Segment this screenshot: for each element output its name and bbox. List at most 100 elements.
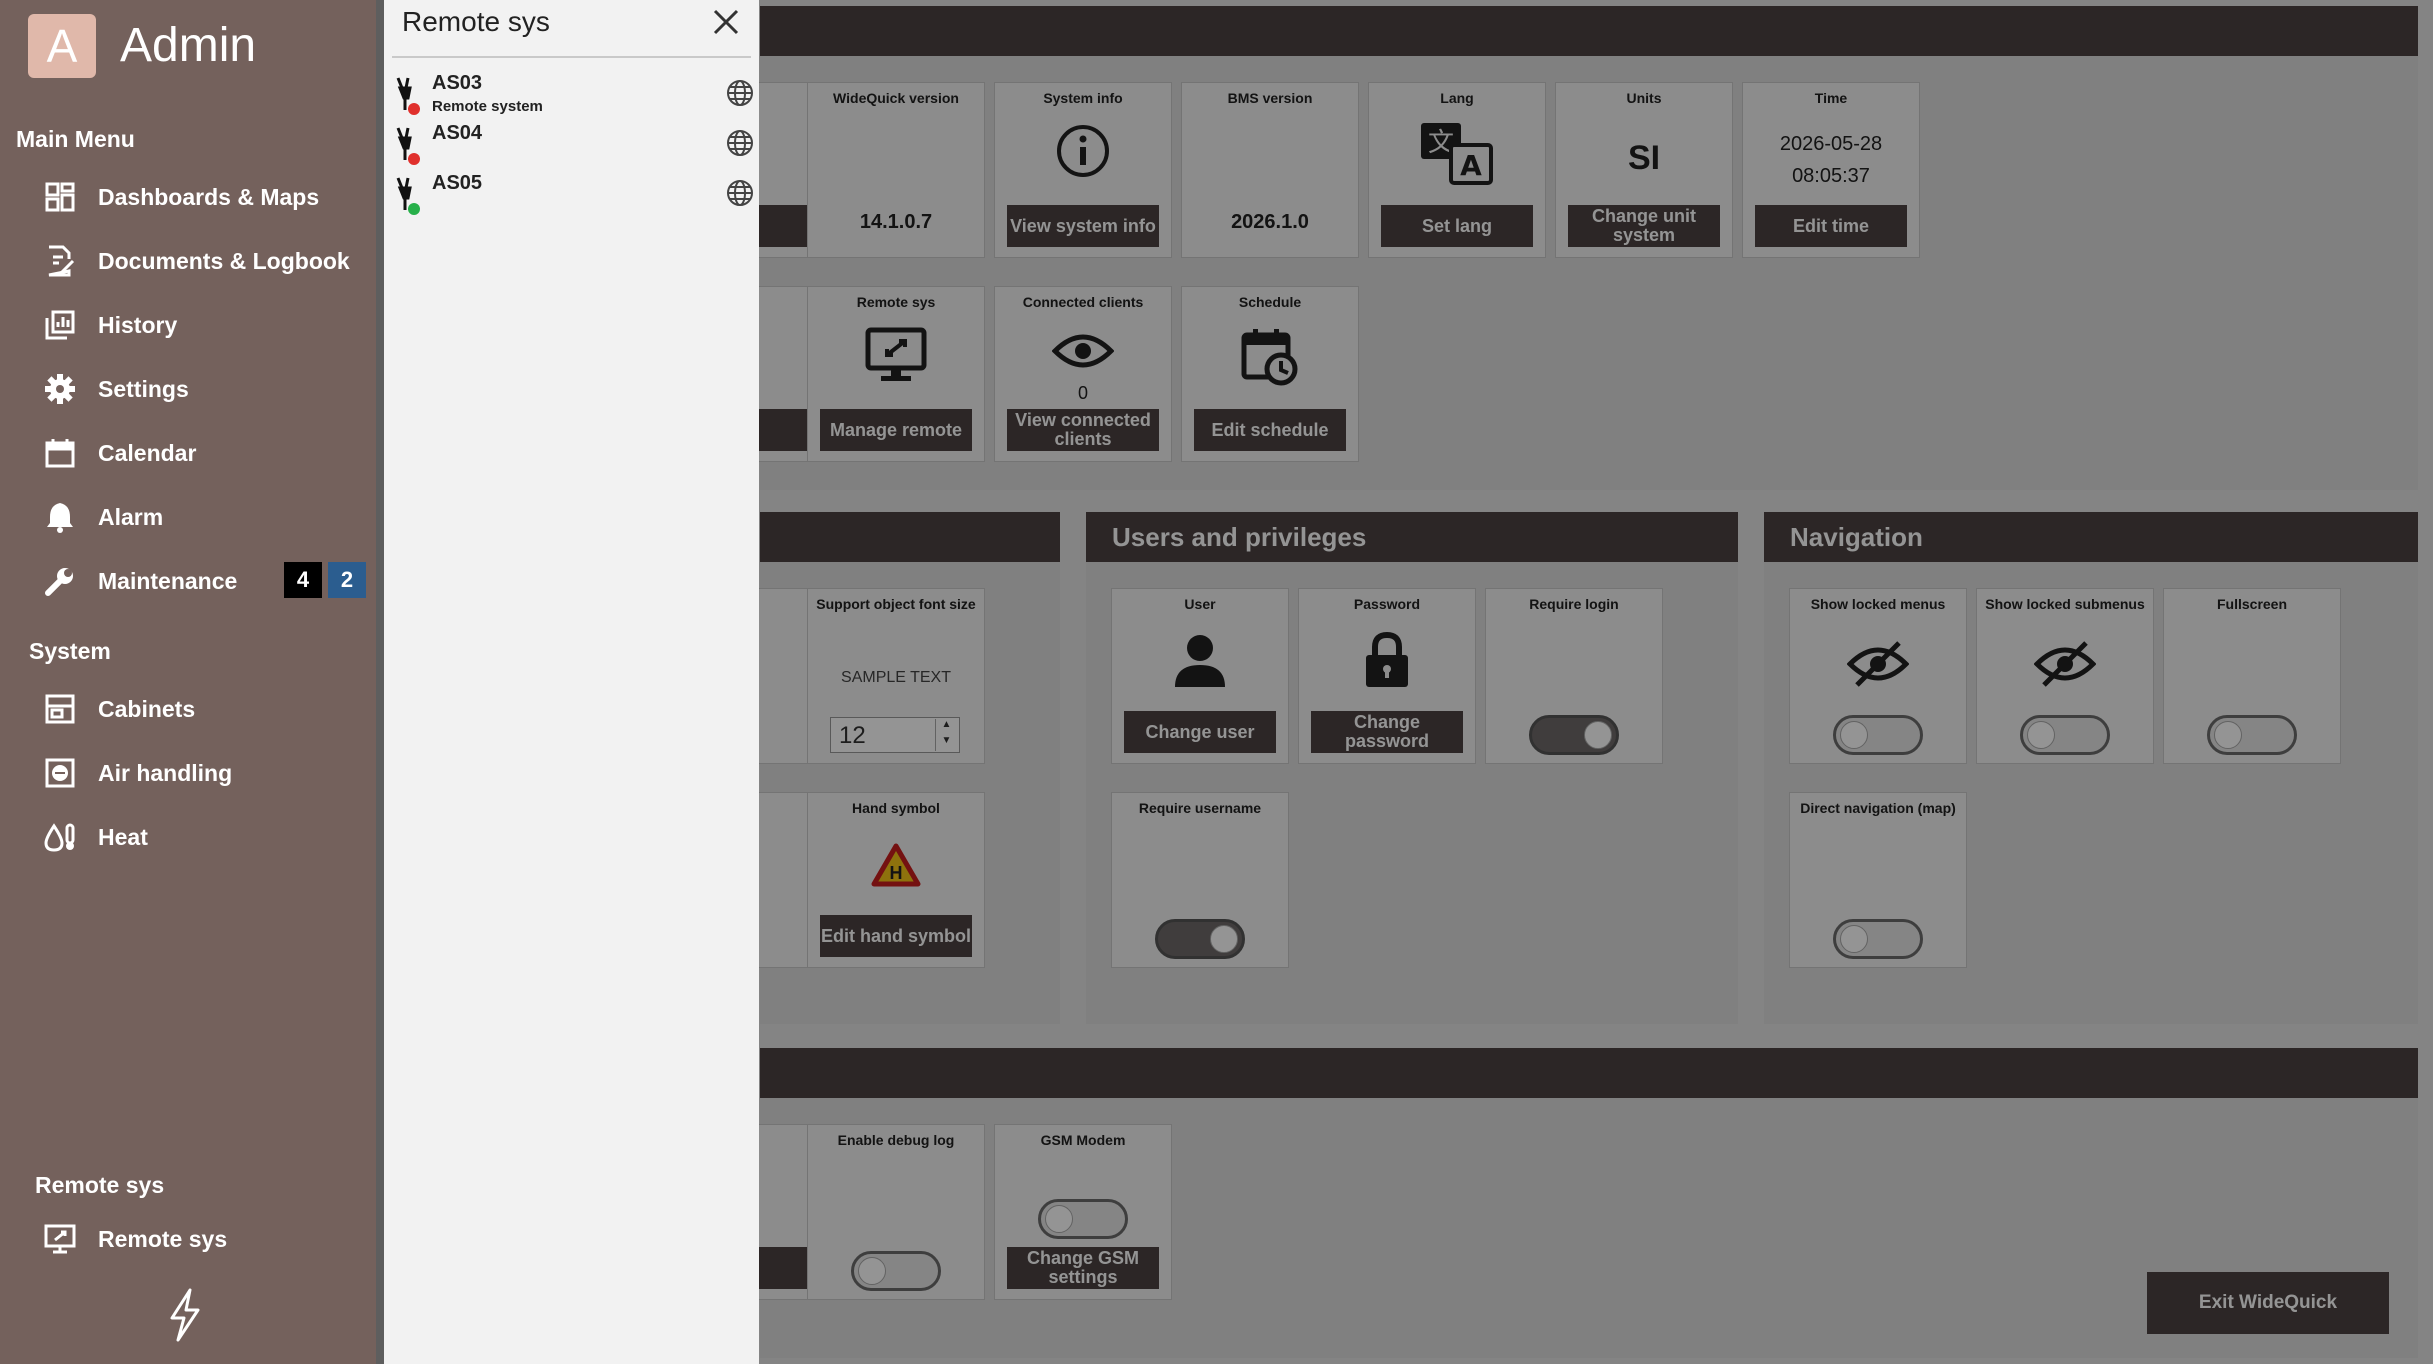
navigation-section-header: Navigation bbox=[1764, 512, 2418, 562]
show-locked-submenus-toggle[interactable] bbox=[2020, 715, 2110, 755]
sidebar-item-alarm[interactable]: Alarm bbox=[40, 491, 163, 543]
document-edit-icon bbox=[40, 241, 80, 281]
fullscreen-toggle[interactable] bbox=[2207, 715, 2297, 755]
sidebar-item-label: Settings bbox=[98, 375, 189, 402]
info-icon bbox=[995, 123, 1171, 179]
require-login-toggle[interactable] bbox=[1529, 715, 1619, 755]
view-connected-clients-button[interactable]: View connected clients bbox=[1007, 409, 1159, 451]
sidebar-item-air-handling[interactable]: Air handling bbox=[40, 747, 232, 799]
require-username-toggle[interactable] bbox=[1155, 919, 1245, 959]
connected-clients-tile: Connected clients 0 View connected clien… bbox=[994, 286, 1172, 462]
change-user-button[interactable]: Change user bbox=[1124, 711, 1276, 753]
fullscreen-title: Fullscreen bbox=[2216, 596, 2288, 612]
font-size-tile: Support object font size SAMPLE TEXT 12 … bbox=[807, 588, 985, 764]
history-chart-icon bbox=[40, 305, 80, 345]
sidebar-item-label: Dashboards & Maps bbox=[98, 183, 320, 210]
direct-navigation-title: Direct navigation (map) bbox=[1800, 800, 1956, 816]
avatar[interactable]: A bbox=[28, 14, 96, 78]
debug-log-toggle[interactable] bbox=[851, 1251, 941, 1291]
user-title: User bbox=[1184, 596, 1216, 612]
font-size-stepper[interactable]: 12 ▲ ▼ bbox=[830, 717, 960, 753]
password-title: Password bbox=[1353, 596, 1421, 612]
widequick-version-tile: WideQuick version 14.1.0.7 bbox=[807, 82, 985, 258]
close-icon[interactable] bbox=[706, 2, 746, 42]
hand-warning-icon: H bbox=[808, 843, 984, 887]
sidebar: A Admin Main Menu Dashboards & Maps Docu… bbox=[0, 0, 376, 1364]
require-username-title: Require username bbox=[1138, 800, 1262, 816]
maintenance-count-badge: 2 bbox=[328, 562, 366, 598]
change-password-button[interactable]: Change password bbox=[1311, 711, 1463, 753]
edit-schedule-button[interactable]: Edit schedule bbox=[1194, 409, 1346, 451]
hand-symbol-title: Hand symbol bbox=[852, 800, 940, 816]
remote-system-item[interactable]: AS05 bbox=[390, 172, 755, 222]
cabinet-icon bbox=[40, 689, 80, 729]
view-system-info-button[interactable]: View system info bbox=[1007, 205, 1159, 247]
connected-clients-count: 0 bbox=[1077, 383, 1088, 403]
svg-text:A: A bbox=[1460, 149, 1482, 182]
maintenance-count-badge: 4 bbox=[284, 562, 322, 598]
debug-log-tile: Enable debug log bbox=[807, 1124, 985, 1300]
eye-off-icon bbox=[1790, 639, 1966, 689]
sidebar-item-remote-sys[interactable]: Remote sys bbox=[40, 1213, 227, 1265]
calendar-icon bbox=[40, 433, 80, 473]
sidebar-item-history[interactable]: History bbox=[40, 299, 177, 351]
sidebar-item-calendar[interactable]: Calendar bbox=[40, 427, 196, 479]
sidebar-item-cabinets[interactable]: Cabinets bbox=[40, 683, 195, 735]
globe-icon[interactable] bbox=[725, 178, 755, 213]
globe-icon[interactable] bbox=[725, 128, 755, 163]
lightning-icon[interactable] bbox=[160, 1288, 208, 1342]
stepper-up-icon[interactable]: ▲ bbox=[935, 719, 957, 735]
remote-system-item[interactable]: AS04 bbox=[390, 122, 755, 172]
time-tile: Time 2026-05-28 08:05:37 Edit time bbox=[1742, 82, 1920, 258]
connected-clients-title: Connected clients bbox=[1022, 294, 1144, 310]
change-unit-system-button[interactable]: Change unit system bbox=[1568, 205, 1720, 247]
globe-icon[interactable] bbox=[725, 78, 755, 113]
remote-sys-title: Remote sys bbox=[856, 294, 936, 310]
manage-remote-button[interactable]: Manage remote bbox=[820, 409, 972, 451]
schedule-tile: Schedule Edit schedule bbox=[1181, 286, 1359, 462]
show-locked-submenus-tile: Show locked submenus bbox=[1976, 588, 2154, 764]
hand-symbol-tile: Hand symbol H Edit hand symbol bbox=[807, 792, 985, 968]
sidebar-item-label: Alarm bbox=[98, 503, 164, 530]
set-lang-button[interactable]: Set lang bbox=[1381, 205, 1533, 247]
show-locked-menus-toggle[interactable] bbox=[1833, 715, 1923, 755]
gsm-modem-toggle[interactable] bbox=[1038, 1199, 1128, 1239]
schedule-title: Schedule bbox=[1238, 294, 1302, 310]
stepper-down-icon[interactable]: ▼ bbox=[935, 735, 957, 751]
require-username-tile: Require username bbox=[1111, 792, 1289, 968]
sidebar-item-maintenance[interactable]: Maintenance bbox=[40, 555, 237, 607]
user-tile: User Change user bbox=[1111, 588, 1289, 764]
remote-sys-panel: Remote sys AS03 Remote system AS04 AS05 bbox=[376, 0, 759, 1364]
eye-off-icon bbox=[1977, 639, 2153, 689]
sidebar-item-heat[interactable]: Heat bbox=[40, 811, 148, 863]
remote-desktop-icon bbox=[808, 327, 984, 383]
units-value: SI bbox=[1627, 139, 1661, 177]
plug-status-icon bbox=[390, 126, 426, 171]
air-handling-icon bbox=[40, 753, 80, 793]
remote-system-name: AS03 bbox=[432, 72, 483, 94]
edit-hand-symbol-button[interactable]: Edit hand symbol bbox=[820, 915, 972, 957]
debug-log-title: Enable debug log bbox=[837, 1132, 955, 1148]
sidebar-item-documents[interactable]: Documents & Logbook bbox=[40, 235, 350, 287]
direct-navigation-toggle[interactable] bbox=[1833, 919, 1923, 959]
sidebar-item-settings[interactable]: Settings bbox=[40, 363, 189, 415]
person-icon bbox=[1112, 633, 1288, 689]
exit-widequick-button[interactable]: Exit WideQuick bbox=[2147, 1272, 2389, 1334]
gear-icon bbox=[40, 369, 80, 409]
widequick-version-value: 14.1.0.7 bbox=[859, 211, 933, 233]
dashboard-icon bbox=[40, 177, 80, 217]
bms-version-value: 2026.1.0 bbox=[1231, 211, 1309, 233]
bell-icon bbox=[40, 497, 80, 537]
change-gsm-settings-button[interactable]: Change GSM settings bbox=[1007, 1247, 1159, 1289]
edit-time-button[interactable]: Edit time bbox=[1755, 205, 1907, 247]
units-tile: Units SI Change unit system bbox=[1555, 82, 1733, 258]
font-size-sample: SAMPLE TEXT bbox=[841, 669, 951, 686]
sidebar-item-dashboards[interactable]: Dashboards & Maps bbox=[40, 171, 319, 223]
password-tile: Password Change password bbox=[1298, 588, 1476, 764]
wrench-icon bbox=[40, 561, 80, 601]
sidebar-item-label: Cabinets bbox=[98, 695, 196, 722]
sidebar-item-label: Heat bbox=[98, 823, 148, 850]
remote-system-item[interactable]: AS03 Remote system bbox=[390, 72, 755, 122]
user-name: Admin bbox=[120, 19, 257, 72]
remote-sys-tile: Remote sys Manage remote bbox=[807, 286, 985, 462]
